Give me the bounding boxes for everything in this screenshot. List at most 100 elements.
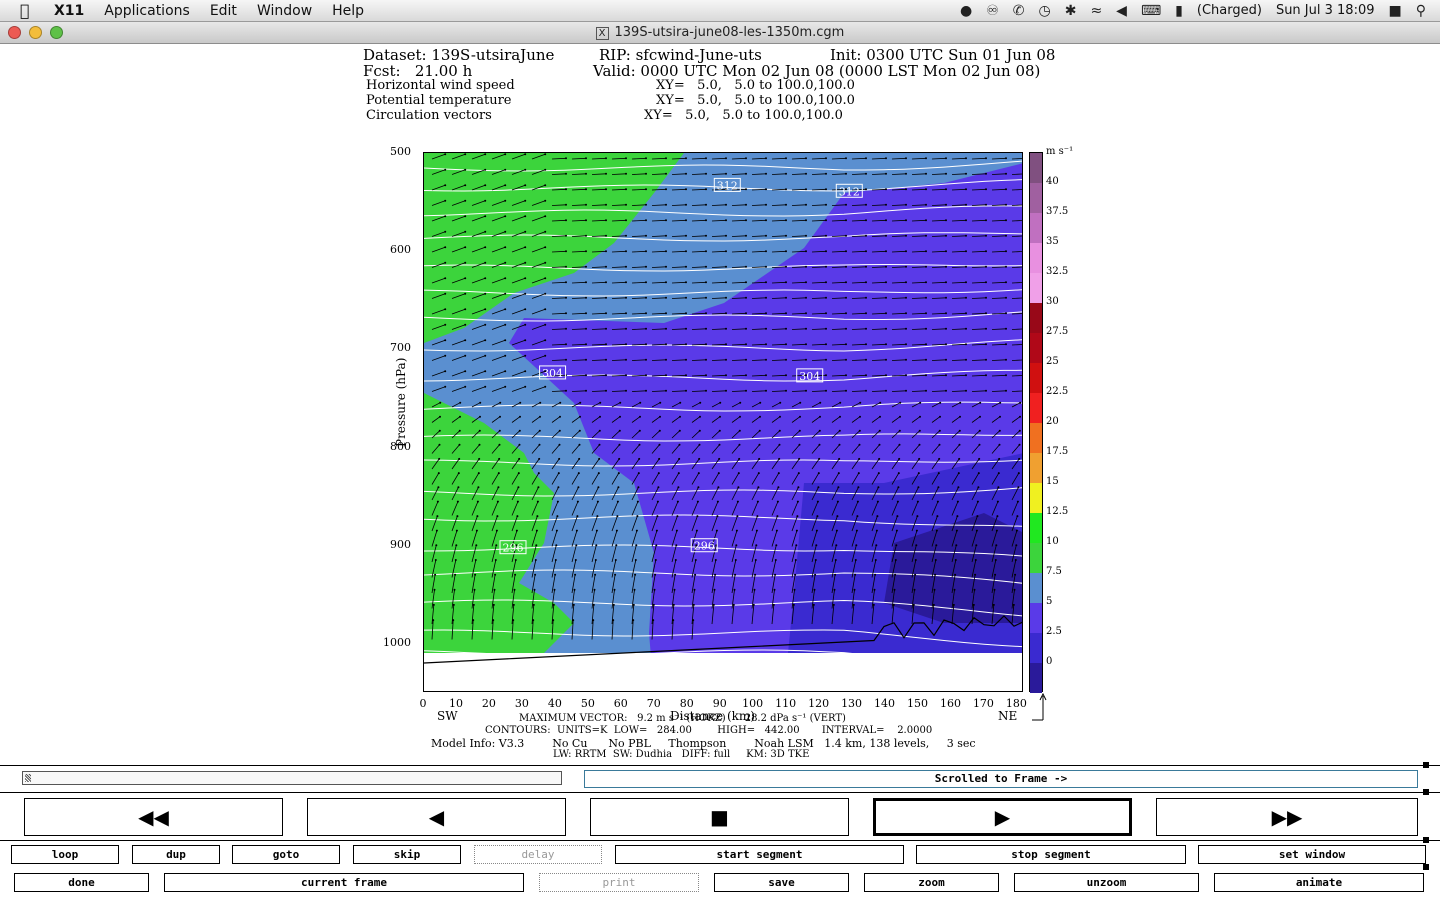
- circulation-vector: [751, 157, 767, 160]
- animate-button[interactable]: animate: [1214, 873, 1424, 892]
- minimize-button[interactable]: [29, 26, 42, 39]
- skype-icon[interactable]: ●: [960, 3, 972, 19]
- resize-handle[interactable]: [1423, 864, 1429, 870]
- vector-arrowhead: [698, 429, 701, 432]
- close-button[interactable]: [8, 26, 21, 39]
- vector-arrowhead: [958, 457, 961, 460]
- skip-button[interactable]: skip: [353, 845, 461, 864]
- network-icon[interactable]: ♾: [986, 3, 999, 19]
- dup-button[interactable]: dup: [132, 845, 220, 864]
- vector-arrowhead: [799, 401, 802, 404]
- menu-window[interactable]: Window: [257, 3, 312, 19]
- vector-arrowhead: [653, 588, 656, 591]
- vector-arrowhead: [965, 374, 967, 377]
- volume-icon[interactable]: ◀: [1116, 3, 1127, 19]
- set-window-button[interactable]: set window: [1198, 845, 1426, 864]
- vector-arrowhead: [565, 157, 567, 160]
- resize-handle[interactable]: [1423, 837, 1429, 843]
- spotlight-icon[interactable]: ⚲: [1416, 3, 1426, 19]
- vector-arrowhead: [557, 472, 560, 475]
- right-direction-label: NE: [998, 709, 1018, 723]
- menu-applications[interactable]: Applications: [104, 3, 190, 19]
- vector-arrowhead: [705, 389, 707, 392]
- vector-arrowhead: [679, 401, 682, 404]
- vector-arrowhead: [438, 429, 441, 432]
- vector-arrowhead: [585, 203, 587, 206]
- vector-arrowhead: [945, 296, 947, 299]
- vector-arrowhead: [965, 358, 967, 361]
- loop-button[interactable]: loop: [11, 845, 119, 864]
- current-frame-button[interactable]: current frame: [164, 873, 524, 892]
- vector-arrowhead: [885, 312, 887, 315]
- vector-arrowhead: [552, 619, 555, 622]
- vector-arrowhead: [905, 188, 907, 191]
- circulation-vector: [711, 297, 727, 299]
- vector-arrowhead: [877, 472, 880, 475]
- vector-arrowhead: [845, 234, 847, 237]
- vector-arrowhead: [605, 312, 607, 315]
- bluetooth-icon[interactable]: ✱: [1065, 3, 1077, 19]
- vector-arrowhead: [1019, 415, 1021, 418]
- vector-arrowhead: [855, 529, 858, 532]
- circulation-vector: [671, 235, 687, 237]
- vector-arrowhead: [805, 203, 807, 206]
- apple-icon[interactable]: : [20, 1, 40, 20]
- goto-button[interactable]: goto: [232, 845, 340, 864]
- vector-arrowhead: [533, 588, 536, 591]
- user-icon[interactable]: ■: [1389, 3, 1402, 19]
- vector-arrowhead: [433, 588, 436, 591]
- stop-segment-button[interactable]: stop segment: [916, 845, 1186, 864]
- resize-handle[interactable]: [1423, 789, 1429, 795]
- vector-arrowhead: [444, 308, 447, 311]
- print-button[interactable]: print: [539, 873, 699, 892]
- menu-help[interactable]: Help: [332, 3, 364, 19]
- zoom-button[interactable]: [50, 26, 63, 39]
- vector-arrowhead: [745, 296, 747, 299]
- vector-arrowhead: [598, 457, 601, 460]
- play-button[interactable]: ▶: [873, 798, 1132, 836]
- vector-arrowhead: [672, 619, 675, 622]
- menu-clock[interactable]: Sun Jul 3 18:09: [1276, 3, 1375, 18]
- rewind-button[interactable]: ◀◀: [24, 798, 283, 836]
- stop-button[interactable]: ■: [590, 798, 849, 836]
- save-button[interactable]: save: [714, 873, 849, 892]
- delay-button[interactable]: delay: [474, 845, 602, 864]
- vector-arrowhead: [965, 327, 967, 330]
- fast-forward-button[interactable]: ▶▶: [1156, 798, 1418, 836]
- battery-status[interactable]: (Charged): [1197, 3, 1262, 18]
- colorbar-segment: [1030, 573, 1042, 603]
- wifi-icon[interactable]: ≈: [1090, 3, 1102, 19]
- vector-arrowhead: [625, 389, 627, 392]
- vector-arrowhead: [685, 281, 687, 284]
- vector-arrowhead: [524, 261, 527, 264]
- vector-arrowhead: [645, 172, 647, 175]
- time-machine-icon[interactable]: ◷: [1038, 3, 1050, 19]
- vector-arrowhead: [765, 343, 767, 346]
- vector-arrowhead: [617, 472, 620, 475]
- zoom-button-ctrl[interactable]: zoom: [864, 873, 999, 892]
- start-segment-button[interactable]: start segment: [615, 845, 904, 864]
- vector-arrowhead: [725, 157, 727, 160]
- vector-arrowhead: [998, 443, 1001, 446]
- vector-arrowhead: [696, 515, 699, 518]
- vector-arrowhead: [925, 327, 927, 330]
- done-button[interactable]: done: [14, 873, 149, 892]
- vector-arrowhead: [896, 515, 899, 518]
- vector-arrowhead: [994, 573, 997, 576]
- menu-app-name[interactable]: X11: [54, 3, 84, 19]
- phone-icon[interactable]: ✆: [1013, 3, 1025, 19]
- unzoom-button[interactable]: unzoom: [1014, 873, 1199, 892]
- vector-arrowhead: [705, 312, 707, 315]
- keyboard-icon[interactable]: ⌨: [1141, 3, 1161, 19]
- scrollbar-thumb[interactable]: [25, 774, 31, 782]
- vector-arrowhead: [836, 515, 839, 518]
- battery-icon[interactable]: ▮: [1175, 3, 1183, 19]
- menu-edit[interactable]: Edit: [210, 3, 237, 19]
- vector-arrowhead: [524, 308, 527, 311]
- resize-handle[interactable]: [1423, 762, 1429, 768]
- vector-arrowhead: [705, 374, 707, 377]
- vector-arrowhead: [765, 250, 767, 253]
- vector-arrowhead: [645, 234, 647, 237]
- frame-scrollbar[interactable]: [22, 771, 562, 785]
- step-back-button[interactable]: ◀: [307, 798, 566, 836]
